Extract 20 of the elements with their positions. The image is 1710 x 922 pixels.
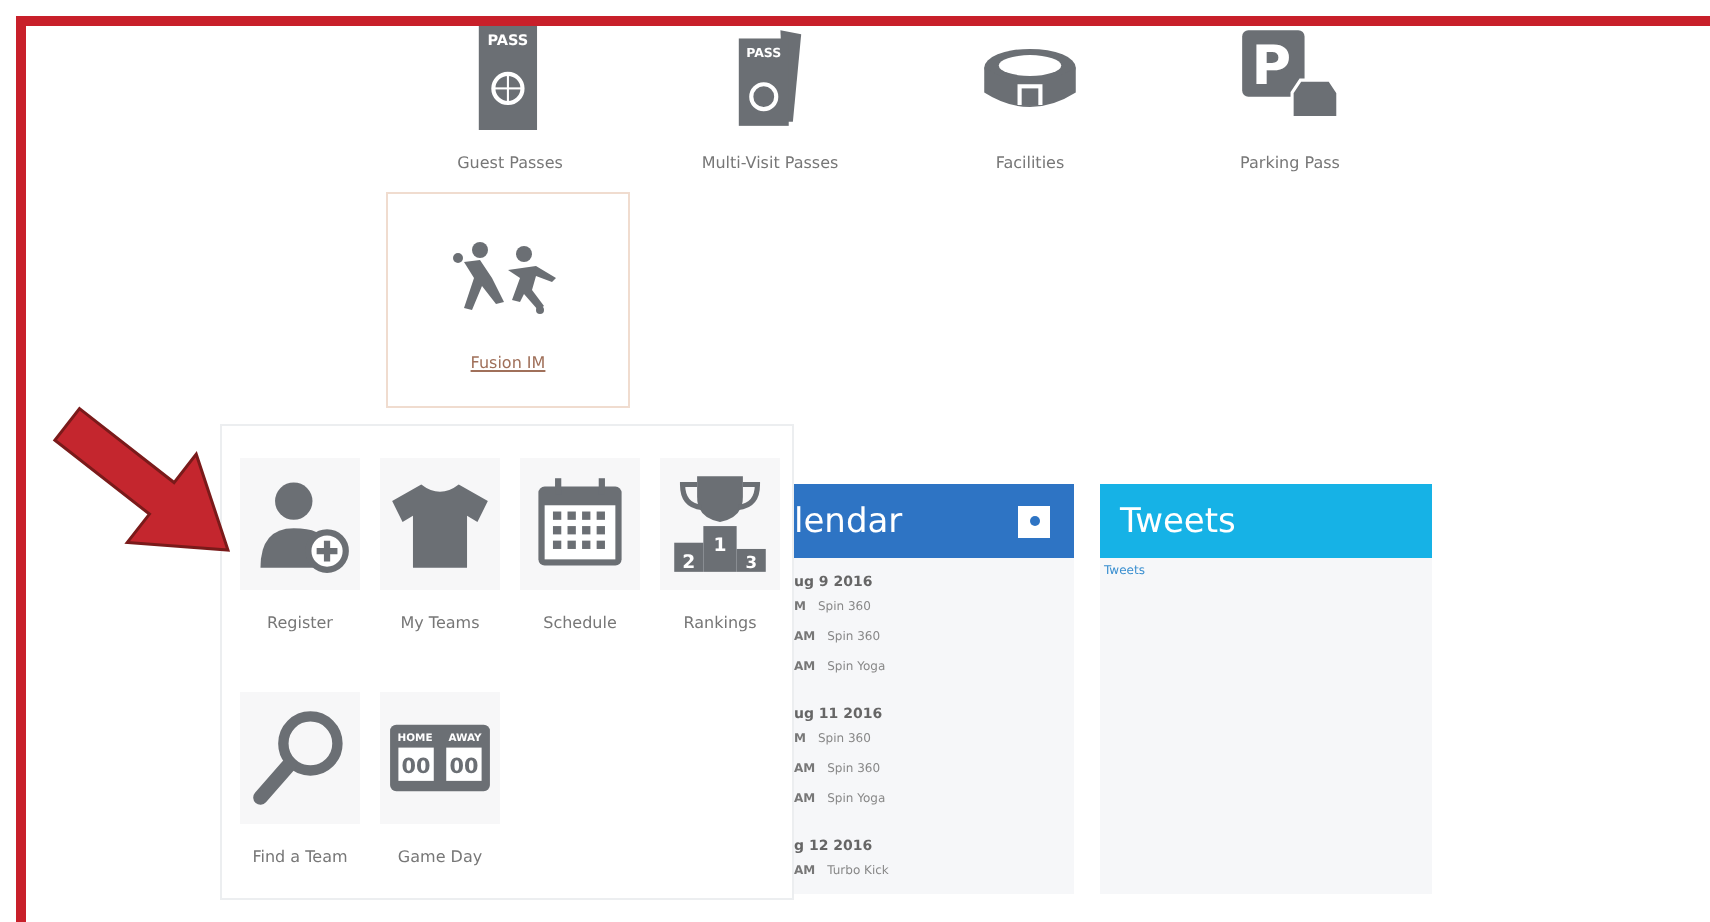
tile-label[interactable]: Multi-Visit Passes (701, 154, 839, 172)
tile-label[interactable]: Facilities (995, 154, 1065, 172)
menu-icon-tile[interactable]: 1 2 3 (660, 458, 780, 590)
menu-icon-tile[interactable] (380, 458, 500, 590)
menu-icon-tile[interactable] (240, 692, 360, 824)
fusion-im-link[interactable]: Fusion IM (470, 354, 546, 372)
menu-item-label[interactable]: Rankings (683, 614, 757, 632)
tweets-title: Tweets (1120, 501, 1236, 541)
menu-icon-tile[interactable] (240, 458, 360, 590)
menu-icon-tile[interactable] (520, 458, 640, 590)
tile-label[interactable]: Parking Pass (1240, 154, 1340, 172)
tile-label[interactable]: Guest Passes (457, 154, 563, 172)
menu-item-label[interactable]: My Teams (400, 614, 480, 632)
menu-item-label[interactable]: Register (267, 614, 333, 632)
calendar-settings-button[interactable] (1018, 505, 1050, 537)
menu-item-label[interactable]: Game Day (397, 848, 483, 866)
menu-item-label[interactable]: Schedule (543, 614, 617, 632)
menu-item-label[interactable]: Find a Team (252, 848, 348, 866)
calendar-title: lendar (794, 501, 903, 541)
featured-tile[interactable]: Fusion IM (386, 192, 630, 408)
